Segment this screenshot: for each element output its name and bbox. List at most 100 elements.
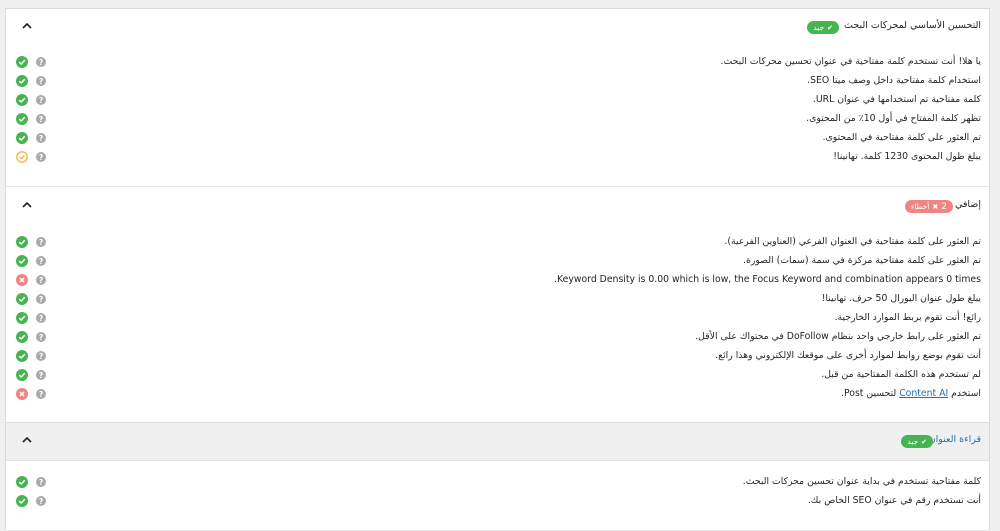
check-circle-icon [16, 255, 28, 267]
question-circle-icon[interactable]: ? [36, 114, 46, 124]
check-item: ? أنت تقوم بوضع روابط لموارد أخرى على موق… [6, 348, 989, 366]
question-circle-icon[interactable]: ? [36, 237, 46, 247]
title-readability-section: قراءة العنوان ✔جيد ? كلمة مفتاحية تستخدم … [6, 423, 989, 531]
check-item-text: استخدم Content AI لتحسين Post. [841, 388, 981, 399]
check-item-text-after: لتحسين Post. [841, 388, 900, 399]
check-circle-icon [16, 331, 28, 343]
question-circle-icon[interactable]: ? [36, 133, 46, 143]
svg-text:?: ? [39, 333, 43, 342]
question-circle-icon[interactable]: ? [36, 332, 46, 342]
svg-text:?: ? [39, 497, 43, 506]
check-item-text: أنت تستخدم رقم في عنوان SEO الخاص بك. [807, 495, 981, 506]
check-item: ? يبلغ طول المحتوى 1230 كلمة. تهانينا! [6, 149, 989, 167]
question-circle-icon[interactable]: ? [36, 95, 46, 105]
svg-text:?: ? [39, 153, 43, 162]
section-header-additional[interactable]: إضافي 2✖أخطاء [6, 188, 989, 224]
additional-section: إضافي 2✖أخطاء ? تم العثور على كلمة مفتاحي… [6, 188, 989, 423]
content-ai-link[interactable]: Content AI [899, 388, 948, 399]
check-item: ? رائع! أنت تقوم بربط الموارد الخارجية. [6, 310, 989, 328]
check-circle-icon [16, 495, 28, 507]
check-item-text: رائع! أنت تقوم بربط الموارد الخارجية. [834, 312, 981, 323]
check-icon: ✔ [827, 24, 833, 32]
svg-text:?: ? [39, 96, 43, 105]
svg-text:?: ? [39, 257, 43, 266]
check-item: ? تظهر كلمة المفتاح في أول 10٪ من المحتوى… [6, 111, 989, 129]
svg-text:?: ? [39, 314, 43, 323]
section-title: إضافي [954, 199, 981, 210]
question-circle-icon[interactable]: ? [36, 256, 46, 266]
check-item-text: تم العثور على كلمة مفتاحية في المحتوى. [822, 132, 981, 143]
check-item: ? لم تستخدم هذه الكلمة المفتاحية من قبل. [6, 367, 989, 385]
question-circle-icon[interactable]: ? [36, 294, 46, 304]
status-badge-good: ✔جيد [901, 435, 933, 448]
question-circle-icon[interactable]: ? [36, 76, 46, 86]
check-item: ? تم العثور على رابط خارجي واحد بنظام DoF… [6, 329, 989, 347]
check-circle-icon [16, 56, 28, 68]
svg-text:?: ? [39, 371, 43, 380]
check-item-text: أنت تقوم بوضع روابط لموارد أخرى على موقع… [715, 350, 981, 361]
check-item-text: كلمة مفتاحية تستخدم في بداية عنوان تحسين… [742, 476, 981, 487]
check-circle-icon [16, 312, 28, 324]
question-circle-icon[interactable]: ? [36, 370, 46, 380]
x-icon: ✖ [932, 203, 939, 211]
check-item: ? Keyword Density is 0.00 which is low, t… [6, 272, 989, 290]
question-circle-icon[interactable]: ? [36, 351, 46, 361]
check-item-text: يبلغ طول المحتوى 1230 كلمة. تهانينا! [833, 151, 981, 162]
x-circle-icon [16, 274, 28, 286]
svg-text:?: ? [39, 115, 43, 124]
check-circle-icon [16, 113, 28, 125]
chevron-up-icon[interactable] [20, 433, 34, 447]
section-header-basic-seo[interactable]: التحسين الأساسي لمحركات البحث ✔جيد [6, 9, 989, 45]
check-item-text: Keyword Density is 0.00 which is low, th… [554, 274, 981, 285]
question-circle-icon[interactable]: ? [36, 389, 46, 399]
check-item: ? استخدم Content AI لتحسين Post. [6, 386, 989, 404]
svg-text:?: ? [39, 276, 43, 285]
check-circle-icon [16, 236, 28, 248]
status-badge-errors: 2✖أخطاء [904, 200, 953, 213]
section-title: قراءة العنوان [928, 434, 981, 445]
basic-seo-section: التحسين الأساسي لمحركات البحث ✔جيد ? يا ه… [6, 9, 989, 187]
question-circle-icon[interactable]: ? [36, 275, 46, 285]
section-title: التحسين الأساسي لمحركات البحث [844, 20, 981, 31]
check-item-text: يا هلا! أنت تستخدم كلمة مفتاحية في عنوان… [720, 56, 981, 67]
check-item: ? أنت تستخدم رقم في عنوان SEO الخاص بك. [6, 493, 989, 511]
check-item-text: استخدام كلمة مفتاحية داخل وصف ميتا SEO. [807, 75, 981, 86]
question-circle-icon[interactable]: ? [36, 477, 46, 487]
question-circle-icon[interactable]: ? [36, 313, 46, 323]
chevron-up-icon[interactable] [20, 198, 34, 212]
check-item-text-before: استخدم [948, 388, 981, 399]
x-circle-icon [16, 388, 28, 400]
check-circle-outline-icon [16, 151, 28, 163]
status-badge-good: ✔جيد [807, 21, 839, 34]
check-item: ? تم العثور على كلمة مفتاحية في العنوان ا… [6, 234, 989, 252]
check-circle-icon [16, 476, 28, 488]
check-item-text: يبلغ طول عنوان اليورال 50 حرف. تهانينا! [821, 293, 981, 304]
check-item: ? يبلغ طول عنوان اليورال 50 حرف. تهانينا! [6, 291, 989, 309]
question-circle-icon[interactable]: ? [36, 152, 46, 162]
check-circle-icon [16, 75, 28, 87]
svg-text:?: ? [39, 478, 43, 487]
svg-text:?: ? [39, 352, 43, 361]
check-item-text: لم تستخدم هذه الكلمة المفتاحية من قبل. [821, 369, 981, 380]
check-circle-icon [16, 293, 28, 305]
seo-analysis-panel: التحسين الأساسي لمحركات البحث ✔جيد ? يا ه… [5, 8, 990, 531]
question-circle-icon[interactable]: ? [36, 496, 46, 506]
check-item-text: تم العثور على رابط خارجي واحد بنظام DoFo… [695, 331, 981, 342]
svg-text:?: ? [39, 58, 43, 67]
check-item: ? استخدام كلمة مفتاحية داخل وصف ميتا SEO. [6, 73, 989, 91]
svg-text:?: ? [39, 134, 43, 143]
svg-text:?: ? [39, 390, 43, 399]
check-circle-icon [16, 369, 28, 381]
check-item: ? يا هلا! أنت تستخدم كلمة مفتاحية في عنوا… [6, 54, 989, 72]
check-item-text: كلمة مفتاحية تم استخدامها في عنوان URL. [812, 94, 981, 105]
check-item: ? تم العثور على كلمة مفتاحية في المحتوى. [6, 130, 989, 148]
check-circle-icon [16, 350, 28, 362]
svg-text:?: ? [39, 238, 43, 247]
section-header-title-readability[interactable]: قراءة العنوان ✔جيد [6, 423, 989, 461]
svg-text:?: ? [39, 295, 43, 304]
chevron-up-icon[interactable] [20, 19, 34, 33]
check-item-text: تم العثور على كلمة مفتاحية في العنوان ال… [724, 236, 981, 247]
check-circle-icon [16, 94, 28, 106]
check-item: ? كلمة مفتاحية تستخدم في بداية عنوان تحسي… [6, 474, 989, 492]
question-circle-icon[interactable]: ? [36, 57, 46, 67]
